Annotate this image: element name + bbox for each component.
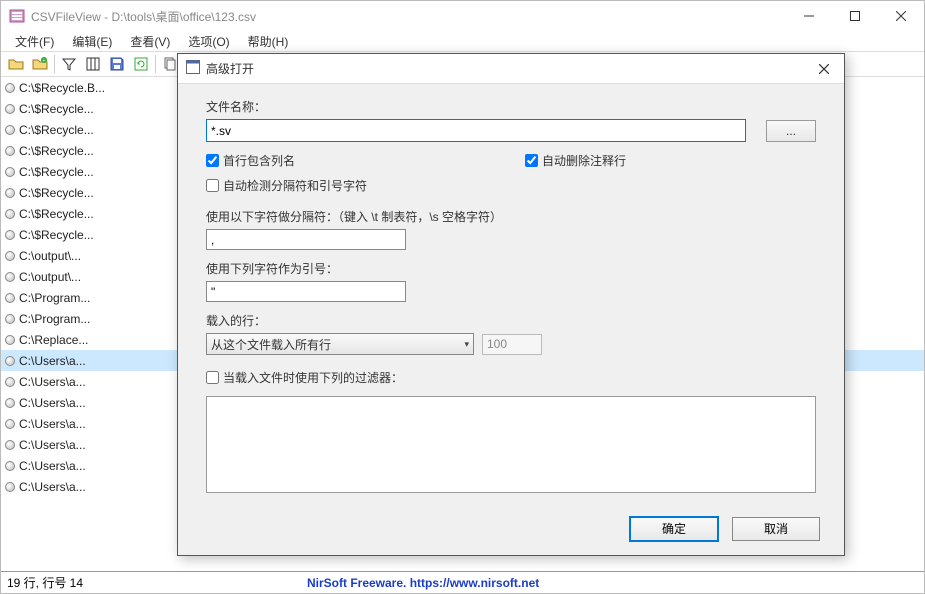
dialog-close-button[interactable] [804, 54, 844, 84]
row-icon [5, 104, 15, 114]
row-icon [5, 188, 15, 198]
browse-button[interactable]: ... [766, 120, 816, 142]
row-path: C:\$Recycle... [19, 186, 94, 200]
app-icon [9, 8, 25, 24]
row-icon [5, 314, 15, 324]
minimize-button[interactable] [786, 1, 832, 31]
menu-options[interactable]: 选项(O) [180, 31, 237, 52]
maximize-button[interactable] [832, 1, 878, 31]
load-lines-dropdown[interactable]: 从这个文件载入所有行 ▾ [206, 333, 474, 355]
row-path: C:\Users\a... [19, 375, 86, 389]
delimiter-label: 使用以下字符做分隔符：（键入 \t 制表符，\s 空格字符） [206, 208, 816, 225]
row-path: C:\$Recycle... [19, 207, 94, 221]
titlebar: CSVFileView - D:\tools\桌面\office\123.csv [1, 1, 924, 31]
statusbar: 19 行, 行号 14 NirSoft Freeware. https://ww… [1, 571, 924, 593]
row-icon [5, 167, 15, 177]
save-icon[interactable] [106, 53, 128, 75]
row-icon [5, 377, 15, 387]
row-path: C:\Users\a... [19, 417, 86, 431]
row-path: C:\Program... [19, 291, 90, 305]
row-path: C:\Users\a... [19, 396, 86, 410]
menu-view[interactable]: 查看(V) [122, 31, 178, 52]
row-path: C:\Users\a... [19, 438, 86, 452]
row-icon [5, 419, 15, 429]
row-path: C:\output\... [19, 270, 81, 284]
open-icon[interactable] [5, 53, 27, 75]
row-path: C:\$Recycle... [19, 102, 94, 116]
dialog-icon [186, 60, 200, 77]
auto-detect-checkbox[interactable]: 自动检测分隔符和引号字符 [206, 177, 816, 194]
use-filter-checkbox[interactable]: 当载入文件时使用下列的过滤器： [206, 369, 816, 386]
columns-icon[interactable] [82, 53, 104, 75]
status-left: 19 行, 行号 14 [7, 574, 307, 591]
menubar: 文件(F) 编辑(E) 查看(V) 选项(O) 帮助(H) [1, 31, 924, 51]
load-lines-label: 载入的行： [206, 312, 816, 329]
row-icon [5, 461, 15, 471]
first-row-header-checkbox[interactable]: 首行包含列名 [206, 152, 295, 169]
row-path: C:\Program... [19, 312, 90, 326]
filter-icon[interactable] [58, 53, 80, 75]
row-icon [5, 125, 15, 135]
filename-input[interactable] [206, 119, 746, 142]
close-button[interactable] [878, 1, 924, 31]
row-icon [5, 482, 15, 492]
svg-text:+: + [43, 58, 46, 64]
row-path: C:\$Recycle... [19, 228, 94, 242]
cancel-button[interactable]: 取消 [732, 517, 820, 541]
advanced-open-dialog: 高级打开 文件名称： ... 首行包含列名 自动删除注释行 自动检测分隔符和引号… [177, 53, 845, 556]
filter-textarea[interactable] [206, 396, 816, 493]
row-path: C:\output\... [19, 249, 81, 263]
row-path: C:\$Recycle.B... [19, 81, 105, 95]
filename-label: 文件名称： [206, 98, 816, 115]
toolbar-separator [155, 55, 156, 73]
quote-input[interactable] [206, 281, 406, 302]
menu-edit[interactable]: 编辑(E) [64, 31, 120, 52]
delimiter-input[interactable] [206, 229, 406, 250]
row-path: C:\$Recycle... [19, 144, 94, 158]
window-title: CSVFileView - D:\tools\桌面\office\123.csv [31, 8, 786, 25]
row-path: C:\Users\a... [19, 480, 86, 494]
chevron-down-icon: ▾ [464, 339, 469, 350]
row-icon [5, 398, 15, 408]
row-icon [5, 272, 15, 282]
dialog-titlebar: 高级打开 [178, 54, 844, 84]
row-icon [5, 146, 15, 156]
row-icon [5, 356, 15, 366]
row-icon [5, 83, 15, 93]
menu-help[interactable]: 帮助(H) [240, 31, 297, 52]
row-icon [5, 251, 15, 261]
auto-delete-comment-checkbox[interactable]: 自动删除注释行 [525, 152, 626, 169]
open-plus-icon[interactable]: + [29, 53, 51, 75]
row-icon [5, 230, 15, 240]
menu-file[interactable]: 文件(F) [7, 31, 62, 52]
row-icon [5, 293, 15, 303]
dialog-title: 高级打开 [206, 60, 804, 77]
ok-button[interactable]: 确定 [630, 517, 718, 541]
row-path: C:\Replace... [19, 333, 88, 347]
refresh-icon[interactable] [130, 53, 152, 75]
row-path: C:\Users\a... [19, 354, 86, 368]
row-icon [5, 209, 15, 219]
row-path: C:\$Recycle... [19, 165, 94, 179]
quote-label: 使用下列字符作为引号： [206, 260, 816, 277]
load-lines-count-input[interactable] [482, 334, 542, 355]
row-icon [5, 440, 15, 450]
row-path: C:\Users\a... [19, 459, 86, 473]
toolbar-separator [54, 55, 55, 73]
row-path: C:\$Recycle... [19, 123, 94, 137]
status-link[interactable]: NirSoft Freeware. https://www.nirsoft.ne… [307, 576, 539, 590]
row-icon [5, 335, 15, 345]
